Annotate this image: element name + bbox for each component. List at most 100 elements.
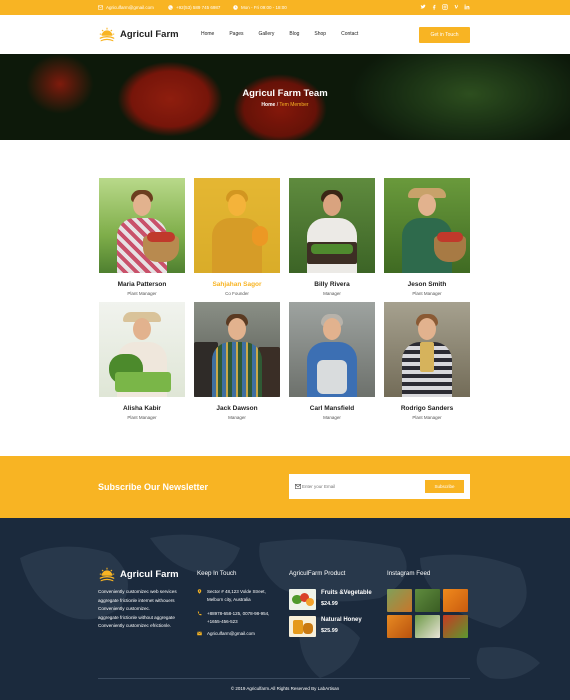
topbar-email-text: Agriculfarm@gmail.com xyxy=(106,5,154,10)
phone-icon xyxy=(197,611,202,616)
team-role: Manager xyxy=(323,415,341,420)
team-name: Billy Rivera xyxy=(314,281,350,288)
team-name: Sahjahan Sagor xyxy=(212,281,262,288)
contact-address: Sector # 48,123 Volde Street, Melborn ci… xyxy=(197,588,266,603)
topbar-hours: Mon - Fri 09:00 - 18:00 xyxy=(233,5,287,10)
sun-field-logo-icon xyxy=(99,567,115,582)
phone-line: +88978-658-125, 0078-98-954, xyxy=(207,611,270,616)
instagram-photo[interactable] xyxy=(387,615,412,638)
get-in-touch-button[interactable]: Get in Touch xyxy=(419,27,470,43)
nav-contact[interactable]: Contact xyxy=(341,31,358,37)
about-line: Conveniently customizec web services xyxy=(98,589,177,594)
copyright: © 2019 Agriculfarm.All Rights Reserved B… xyxy=(230,686,340,691)
envelope-icon xyxy=(295,484,301,489)
team-card[interactable]: Carl Mansfield Manager xyxy=(289,302,375,420)
page-banner: Agricul Farm Team Home / Tem Member xyxy=(0,54,570,140)
top-bar: Agriculfarm@gmail.com +92(53) 589 745 69… xyxy=(0,0,570,15)
envelope-icon xyxy=(98,5,103,10)
topbar-email[interactable]: Agriculfarm@gmail.com xyxy=(98,5,154,10)
nav-pages[interactable]: Pages xyxy=(229,31,243,37)
contact-heading: Keep In Touch xyxy=(197,570,237,577)
product-name: Natural Honey xyxy=(321,617,362,623)
team-photo xyxy=(289,302,375,397)
social-links xyxy=(420,4,470,10)
logo-text: Agricul Farm xyxy=(120,28,179,40)
team-photo xyxy=(384,178,470,273)
product-price: $24.99 xyxy=(321,601,338,607)
instagram-photo[interactable] xyxy=(415,589,440,612)
product-item[interactable]: Fruits &Vegetable $24.99 xyxy=(289,589,372,610)
nav-home[interactable]: Home xyxy=(201,31,214,37)
team-card[interactable]: Alisha Kabir Plant Manager xyxy=(99,302,185,420)
footer-about: Conveniently customizec web services agg… xyxy=(98,588,190,631)
contact-phone[interactable]: +88978-658-125, 0078-98-954, +1655-456-5… xyxy=(197,610,269,625)
team-photo xyxy=(384,302,470,397)
facebook-icon[interactable] xyxy=(431,4,437,10)
instagram-grid xyxy=(387,589,468,638)
phone-line: +1655-456-523 xyxy=(207,618,238,624)
footer-logo[interactable]: Agricul Farm xyxy=(98,565,179,583)
team-name: Alisha Kabir xyxy=(123,405,161,412)
instagram-photo[interactable] xyxy=(415,615,440,638)
instagram-photo[interactable] xyxy=(387,589,412,612)
instagram-photo[interactable] xyxy=(443,615,468,638)
nav-shop[interactable]: Shop xyxy=(314,31,326,37)
team-photo xyxy=(99,178,185,273)
topbar-hours-text: Mon - Fri 09:00 - 18:00 xyxy=(241,5,287,10)
product-price: $25.99 xyxy=(321,628,338,634)
subscribe-button[interactable]: Subscribe xyxy=(425,480,464,493)
team-name: Rodrigo Sanders xyxy=(400,405,454,412)
vimeo-icon[interactable] xyxy=(453,4,459,10)
linkedin-icon[interactable] xyxy=(464,4,470,10)
about-line: aggregate frictionle without aggregate xyxy=(98,614,175,620)
phone-icon xyxy=(168,5,173,10)
world-map-background xyxy=(20,534,540,679)
topbar-phone[interactable]: +92(53) 589 745 6987 xyxy=(168,5,220,10)
main-nav: Home Pages Gallery Blog Shop Contact xyxy=(201,31,373,37)
team-role: Manager xyxy=(323,291,341,296)
footer-divider xyxy=(98,678,470,679)
team-role: Plant Manager xyxy=(412,291,442,296)
team-card[interactable]: Jeson Smith Plant Manager xyxy=(384,178,470,296)
team-role: Plant Manager xyxy=(127,291,157,296)
page-title: Agricul Farm Team xyxy=(242,88,328,99)
team-role: Plant Manager xyxy=(127,415,157,420)
sun-field-logo-icon xyxy=(99,27,115,42)
newsletter-section: Subscribe Our Newsletter Subscribe xyxy=(0,456,570,518)
team-card-active[interactable]: Sahjahan Sagor Co Founder xyxy=(194,178,280,296)
contact-email-text: Agriculfarm@gmail.com xyxy=(207,631,255,636)
hover-overlay xyxy=(194,178,280,273)
team-photo xyxy=(194,302,280,397)
footer: Agricul Farm Conveniently customizec web… xyxy=(0,518,570,700)
clock-icon xyxy=(233,5,238,10)
product-item[interactable]: Natural Honey $25.99 xyxy=(289,616,362,637)
team-card[interactable]: Maria Patterson Plant Manager xyxy=(99,178,185,296)
nav-blog[interactable]: Blog xyxy=(289,31,299,37)
footer-logo-text: Agricul Farm xyxy=(120,568,179,580)
address-line: Melborn city, Australia xyxy=(207,596,251,602)
team-photo xyxy=(194,178,280,273)
team-role: Co Founder xyxy=(225,291,249,296)
product-thumbnail xyxy=(289,616,316,637)
newsletter-title: Subscribe Our Newsletter xyxy=(98,482,209,492)
contact-email[interactable]: Agriculfarm@gmail.com xyxy=(197,630,255,638)
team-card[interactable]: Billy Rivera Manager xyxy=(289,178,375,296)
product-thumbnail xyxy=(289,589,316,610)
main-header: Agricul Farm Home Pages Gallery Blog Sho… xyxy=(0,15,570,54)
nav-gallery[interactable]: Gallery xyxy=(259,31,275,37)
team-card[interactable]: Jack Dawson Manager xyxy=(194,302,280,420)
team-card[interactable]: Rodrigo Sanders Plant Manager xyxy=(384,302,470,420)
about-line: aggregate frictionle internet withouers xyxy=(98,597,175,603)
breadcrumb-home[interactable]: Home xyxy=(261,102,275,108)
instagram-photo[interactable] xyxy=(443,589,468,612)
team-name: Carl Mansfield xyxy=(309,405,355,412)
team-photo xyxy=(99,302,185,397)
team-role: Manager xyxy=(228,415,246,420)
instagram-icon[interactable] xyxy=(442,4,448,10)
instagram-heading: Instagram Feed xyxy=(387,570,431,577)
about-line: Conveniently customizec efrictionle. xyxy=(98,623,172,629)
logo[interactable]: Agricul Farm xyxy=(98,25,179,43)
twitter-icon[interactable] xyxy=(420,4,426,10)
product-name: Fruits &Vegetable xyxy=(321,590,372,596)
newsletter-email-input[interactable] xyxy=(302,481,422,492)
